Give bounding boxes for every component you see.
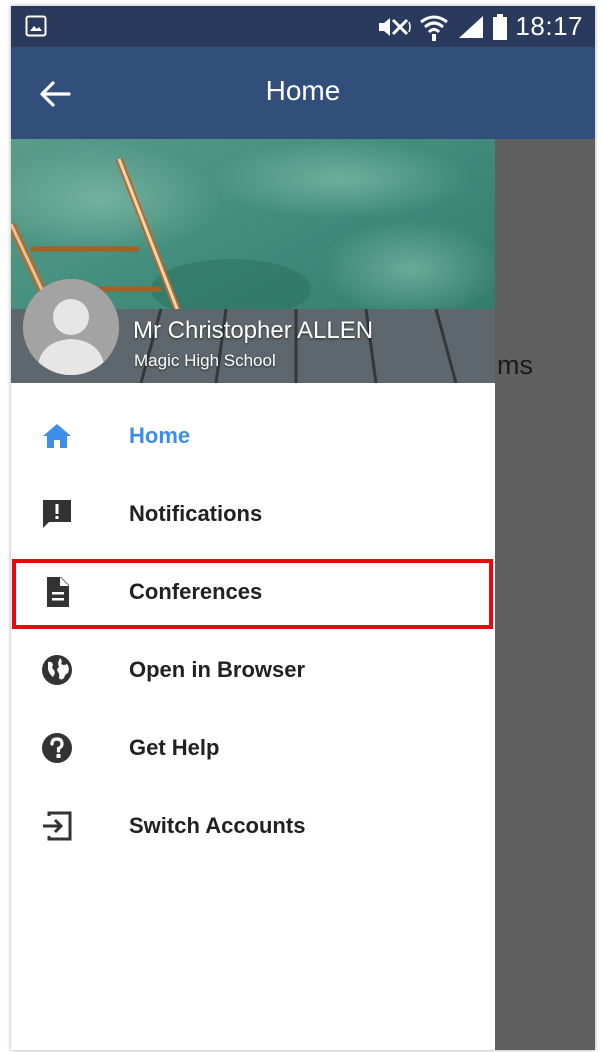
user-silhouette-icon (23, 279, 119, 375)
menu-item-get-help[interactable]: Get Help (11, 709, 495, 787)
menu-item-open-in-browser[interactable]: Open in Browser (11, 631, 495, 709)
user-name: Mr Christopher ALLEN (133, 317, 374, 344)
background-partial-text: ms (497, 350, 533, 380)
switch-account-icon (43, 811, 72, 841)
user-school: Magic High School (134, 351, 276, 370)
page-title: Home (265, 75, 341, 106)
alert-icon (43, 500, 71, 528)
home-icon (43, 424, 71, 448)
signal-icon (459, 15, 484, 38)
status-time: 18:17 (515, 11, 583, 41)
mute-icon (379, 17, 412, 36)
menu-item-label: Get Help (129, 735, 220, 760)
image-icon (25, 15, 47, 37)
drawer-header: Mr Christopher ALLEN Magic High School (11, 139, 495, 383)
app-bar: Home (11, 47, 595, 139)
highlight-annotation (12, 559, 493, 629)
status-indicators: 18:17 (377, 6, 583, 47)
status-bar: 18:17 (11, 6, 595, 47)
drawer-menu: Home Notifications Conferences Open in B… (11, 397, 495, 865)
menu-item-label: Switch Accounts (129, 813, 306, 838)
battery-icon (493, 13, 508, 40)
wifi-icon (420, 15, 449, 41)
help-icon (42, 733, 72, 763)
avatar[interactable] (23, 279, 119, 375)
menu-item-label: Notifications (129, 501, 263, 526)
menu-item-home[interactable]: Home (11, 397, 495, 475)
menu-item-label: Home (129, 423, 191, 448)
menu-item-switch-accounts[interactable]: Switch Accounts (11, 787, 495, 865)
menu-item-label: Open in Browser (129, 657, 306, 682)
phone-screen: 18:17 Home ms Mr Christopher ALLEN Magic… (11, 6, 595, 1050)
menu-item-notifications[interactable]: Notifications (11, 475, 495, 553)
navigation-drawer: Mr Christopher ALLEN Magic High School H… (11, 139, 495, 1050)
globe-icon (42, 655, 72, 685)
